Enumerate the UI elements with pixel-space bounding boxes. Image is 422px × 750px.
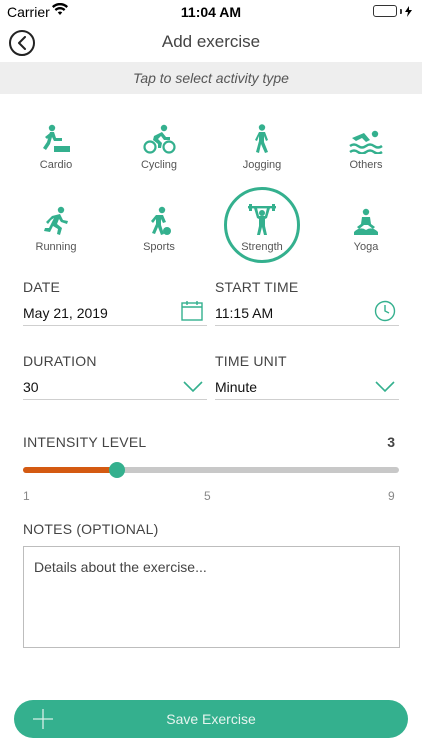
activity-others[interactable]: Others	[326, 118, 406, 188]
sports-icon	[119, 200, 199, 236]
status-bar: Carrier 11:04 AM	[0, 0, 422, 22]
activity-type-hint: Tap to select activity type	[0, 62, 422, 94]
activity-label: Running	[35, 241, 77, 253]
slider-fill	[23, 467, 117, 473]
time-unit-field[interactable]: Minute	[215, 379, 257, 395]
activity-yoga[interactable]: Yoga	[326, 200, 406, 270]
start-time-field[interactable]: 11:15 AM	[215, 305, 273, 321]
save-exercise-button[interactable]: Save Exercise	[14, 700, 408, 738]
nav-bar: Add exercise	[0, 22, 422, 62]
time-unit-label: TIME UNIT	[215, 353, 287, 369]
intensity-slider[interactable]	[23, 462, 399, 478]
activity-jogging[interactable]: Jogging	[222, 118, 302, 188]
intensity-label: INTENSITY LEVEL	[23, 434, 147, 450]
yoga-icon	[326, 200, 406, 236]
date-label: DATE	[23, 279, 61, 295]
battery-icon	[373, 5, 412, 17]
activity-running[interactable]: Running	[16, 200, 96, 270]
activity-strength[interactable]: Strength	[222, 200, 302, 270]
slider-thumb[interactable]	[109, 462, 125, 478]
intensity-value: 3	[387, 434, 395, 450]
notes-textarea[interactable]: Details about the exercise...	[23, 546, 400, 648]
swimming-icon	[326, 118, 406, 154]
activity-label: Cycling	[140, 159, 178, 171]
chevron-down-icon[interactable]	[183, 380, 203, 398]
jogging-icon	[222, 118, 302, 154]
clock-icon[interactable]	[374, 300, 396, 327]
activity-label: Cardio	[39, 159, 73, 171]
cycling-icon	[119, 118, 199, 154]
slider-tick-max: 9	[388, 489, 395, 503]
activity-cardio[interactable]: Cardio	[16, 118, 96, 188]
duration-field[interactable]: 30	[23, 379, 39, 395]
status-time: 11:04 AM	[180, 4, 242, 20]
slider-tick-mid: 5	[204, 489, 211, 503]
calendar-icon[interactable]	[181, 301, 203, 326]
start-time-underline	[215, 325, 399, 326]
activity-label: Yoga	[353, 241, 379, 253]
save-button-label: Save Exercise	[166, 711, 256, 727]
cardio-icon	[16, 118, 96, 154]
activity-sports[interactable]: Sports	[119, 200, 199, 270]
duration-label: DURATION	[23, 353, 97, 369]
time-unit-underline	[215, 399, 399, 400]
duration-underline	[23, 399, 207, 400]
weightlifting-icon	[222, 200, 302, 236]
notes-placeholder: Details about the exercise...	[34, 559, 207, 575]
notes-label: NOTES (OPTIONAL)	[23, 521, 159, 537]
slider-tick-min: 1	[23, 489, 30, 503]
date-underline	[23, 325, 207, 326]
activity-cycling[interactable]: Cycling	[119, 118, 199, 188]
running-icon	[16, 200, 96, 236]
plus-icon	[32, 708, 54, 735]
activity-label: Others	[349, 159, 383, 171]
activity-label: Sports	[143, 241, 175, 253]
start-time-label: START TIME	[215, 279, 299, 295]
date-field[interactable]: May 21, 2019	[23, 305, 108, 321]
chevron-down-icon[interactable]	[375, 380, 395, 398]
activity-label: Jogging	[242, 159, 282, 171]
page-title: Add exercise	[161, 32, 261, 51]
activity-label: Strength	[241, 241, 283, 253]
